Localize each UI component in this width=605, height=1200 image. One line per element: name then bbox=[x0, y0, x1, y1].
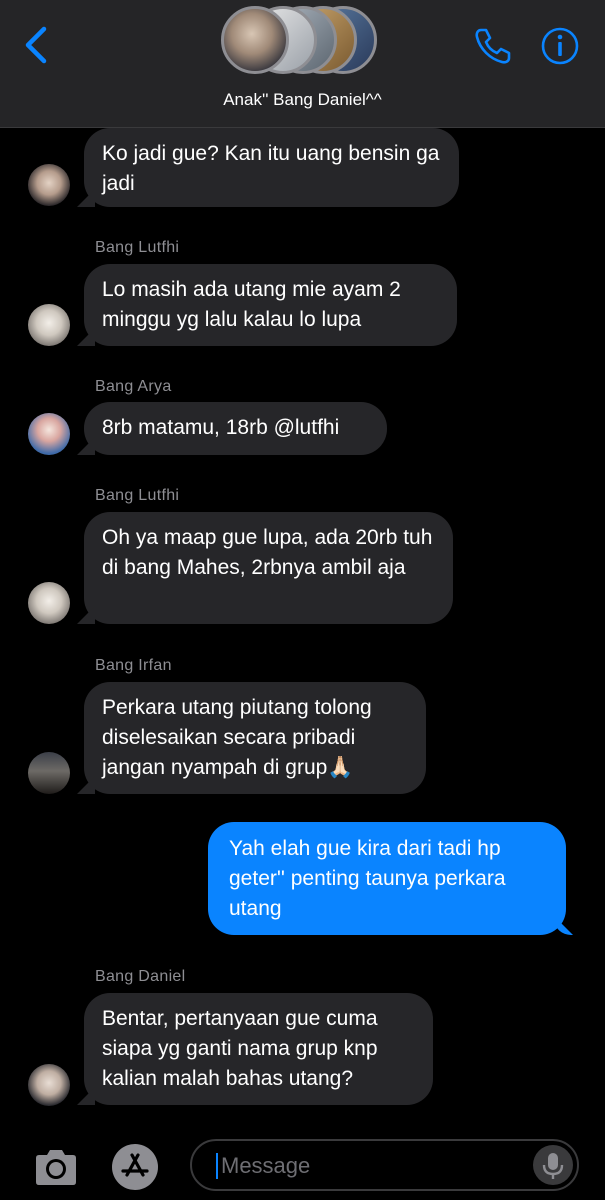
message-text: Bentar, pertanyaan gue cuma siapa yg gan… bbox=[102, 1007, 378, 1090]
message-text: Ko jadi gue? Kan itu uang bensin ga jadi bbox=[102, 142, 440, 195]
sender-avatar[interactable] bbox=[28, 582, 70, 624]
phone-icon bbox=[475, 28, 511, 64]
sender-avatar[interactable] bbox=[28, 1064, 70, 1106]
sender-avatar[interactable] bbox=[28, 413, 70, 455]
message-bubble[interactable]: Oh ya maap gue lupa, ada 20rb tuh di ban… bbox=[84, 512, 453, 624]
sender-avatar[interactable] bbox=[28, 164, 70, 206]
app-store-icon bbox=[112, 1144, 158, 1190]
sender-name: Bang Irfan bbox=[95, 657, 172, 674]
message-text: Yah elah gue kira dari tadi hp geter'' p… bbox=[229, 837, 506, 920]
sender-name: Bang Lutfhi bbox=[95, 487, 180, 504]
group-name[interactable]: Anak'' Bang Daniel^^ bbox=[0, 90, 605, 110]
message-text: Perkara utang piutang tolong diselesaika… bbox=[102, 696, 372, 779]
dictation-button[interactable] bbox=[533, 1145, 573, 1185]
message-bubble-outgoing[interactable]: Yah elah gue kira dari tadi hp geter'' p… bbox=[208, 822, 566, 935]
text-caret bbox=[216, 1153, 218, 1179]
back-button[interactable] bbox=[22, 25, 52, 65]
sender-name: Bang Arya bbox=[95, 378, 172, 395]
message-text: Lo masih ada utang mie ayam 2 minggu yg … bbox=[102, 278, 401, 331]
chat-header: Anak'' Bang Daniel^^ bbox=[0, 0, 605, 128]
group-avatar-stack[interactable] bbox=[221, 6, 381, 76]
message-bubble[interactable]: Lo masih ada utang mie ayam 2 minggu yg … bbox=[84, 264, 457, 346]
call-button[interactable] bbox=[471, 24, 515, 68]
member-avatar bbox=[221, 6, 289, 74]
message-bubble[interactable]: 8rb matamu, 18rb @lutfhi bbox=[84, 402, 387, 455]
message-text: 8rb matamu, 18rb @lutfhi bbox=[102, 416, 340, 439]
message-text: Oh ya maap gue lupa, ada 20rb tuh di ban… bbox=[102, 526, 433, 579]
microphone-icon bbox=[542, 1153, 564, 1179]
message-input[interactable]: Message bbox=[190, 1139, 579, 1191]
camera-icon bbox=[36, 1150, 76, 1185]
apps-button[interactable] bbox=[110, 1142, 160, 1192]
message-placeholder: Message bbox=[221, 1153, 311, 1178]
message-bubble[interactable]: Ko jadi gue? Kan itu uang bensin ga jadi bbox=[84, 128, 459, 207]
chevron-left-icon bbox=[25, 26, 47, 64]
camera-button[interactable] bbox=[32, 1147, 80, 1187]
sender-avatar[interactable] bbox=[28, 752, 70, 794]
message-bubble[interactable]: Bentar, pertanyaan gue cuma siapa yg gan… bbox=[84, 993, 433, 1105]
sender-name: Bang Lutfhi bbox=[95, 239, 180, 256]
info-icon bbox=[541, 27, 579, 65]
message-bubble[interactable]: Perkara utang piutang tolong diselesaika… bbox=[84, 682, 426, 794]
sender-avatar[interactable] bbox=[28, 304, 70, 346]
sender-name: Bang Daniel bbox=[95, 968, 186, 985]
info-button[interactable] bbox=[540, 26, 580, 66]
